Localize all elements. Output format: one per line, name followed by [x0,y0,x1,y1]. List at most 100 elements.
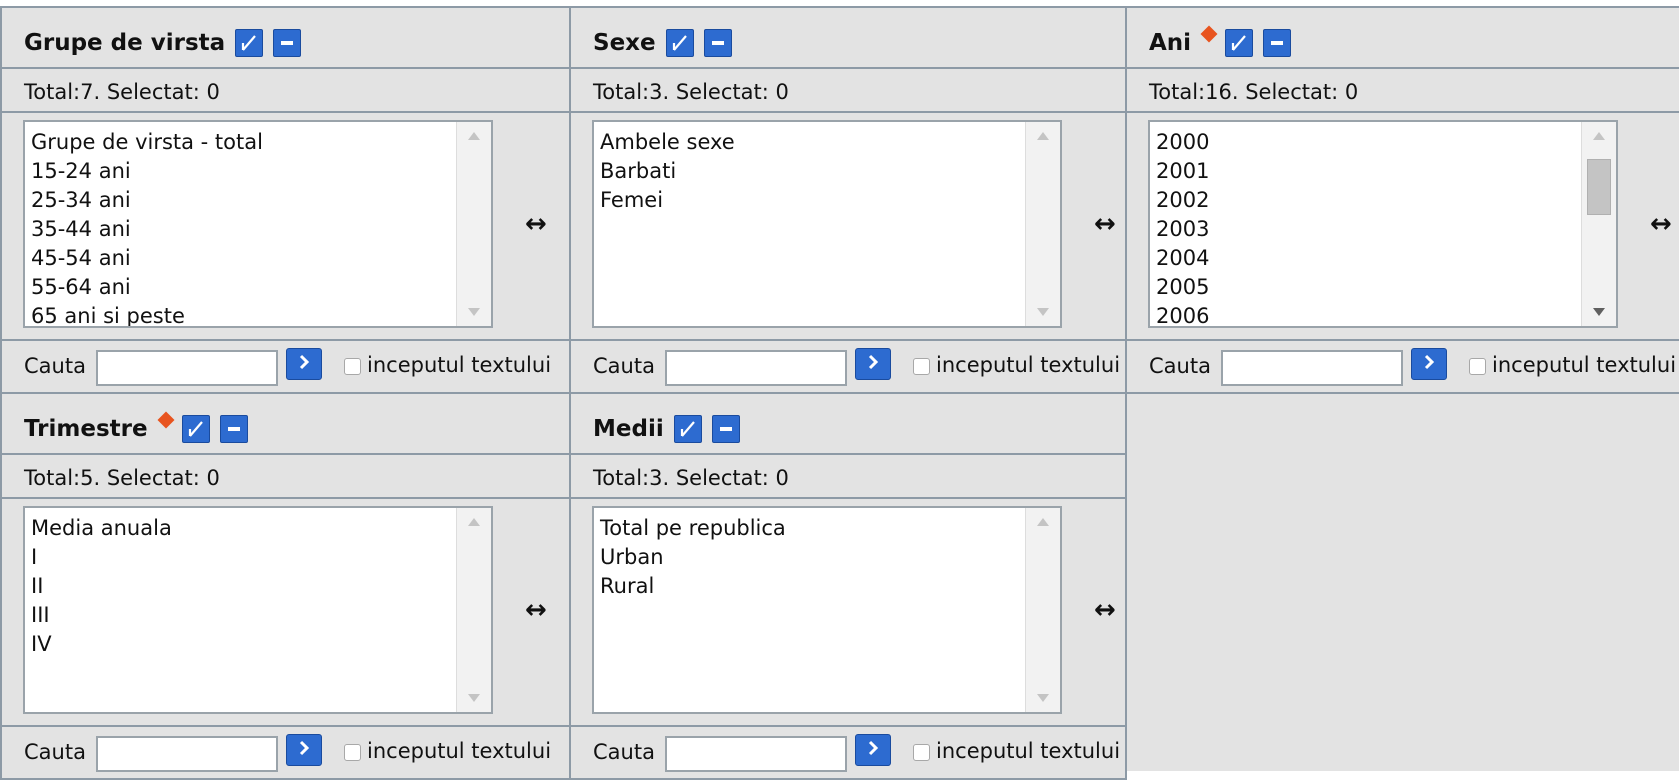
list-item[interactable]: 2002 [1156,186,1576,215]
list-item[interactable]: IV [31,630,451,659]
scrollbar[interactable] [1025,508,1060,712]
scrollbar[interactable] [456,122,491,326]
options-listbox[interactable]: Total pe republica Urban Rural [592,506,1062,714]
search-row: Cauta inceputul textului [1127,341,1679,392]
list-item[interactable]: Rural [600,572,1020,601]
scrollbar[interactable] [1025,122,1060,326]
options-list: Total pe republica Urban Rural [600,514,1020,601]
panel-title: Sexe [593,29,732,57]
top-border [0,0,1679,8]
scroll-up-icon[interactable] [1037,132,1049,140]
select-all-button[interactable] [181,415,210,443]
select-all-button[interactable] [665,29,694,57]
list-item[interactable]: 2001 [1156,157,1576,186]
search-input[interactable] [665,350,847,386]
scroll-up-icon[interactable] [468,518,480,526]
scroll-down-icon[interactable] [1593,308,1605,316]
deselect-all-button[interactable] [711,415,740,443]
search-row: Cauta inceputul textului [571,727,1125,778]
panel-header: Sexe [571,8,1125,69]
scrollbar[interactable] [456,508,491,712]
swap-arrow-icon[interactable]: ↔ [1094,209,1116,239]
list-item[interactable]: 25-34 ani [31,186,451,215]
scroll-up-icon[interactable] [468,132,480,140]
select-all-button[interactable] [1225,29,1254,57]
search-input[interactable] [1221,350,1403,386]
options-list: Grupe de virsta - total 15-24 ani 25-34 an… [31,128,451,326]
swap-arrow-icon[interactable]: ↔ [525,595,547,625]
deselect-all-button[interactable] [703,29,732,57]
select-all-button[interactable] [673,415,702,443]
scroll-up-icon[interactable] [1593,132,1605,140]
options-listbox[interactable]: Grupe de virsta - total 15-24 ani 25-34 an… [23,120,493,328]
scroll-down-icon[interactable] [1037,308,1049,316]
options-listbox[interactable]: Ambele sexe Barbati Femei [592,120,1062,328]
minus-icon [279,35,295,51]
swap-arrow-icon[interactable]: ↔ [1094,595,1116,625]
search-input[interactable] [665,736,847,772]
chevron-right-icon [295,738,313,762]
select-all-button[interactable] [235,29,264,57]
list-item[interactable]: Barbati [600,157,1020,186]
list-item[interactable]: Grupe de virsta - total [31,128,451,157]
list-item[interactable]: Ambele sexe [600,128,1020,157]
search-go-button[interactable] [286,348,322,380]
scroll-down-icon[interactable] [468,308,480,316]
list-item[interactable]: Total pe republica [600,514,1020,543]
begin-text-checkbox[interactable] [344,744,361,761]
scrollbar[interactable] [1581,122,1616,326]
swap-arrow-icon[interactable]: ↔ [1650,209,1672,239]
scroll-up-icon[interactable] [1037,518,1049,526]
list-item[interactable]: 2005 [1156,273,1576,302]
panel-title-text: Medii [593,416,664,442]
begin-text-checkbox[interactable] [1469,358,1486,375]
list-item[interactable]: 2006 [1156,302,1576,326]
begin-text-checkbox[interactable] [344,358,361,375]
begin-text-label: inceputul textului [936,739,1121,763]
deselect-all-button[interactable] [273,29,302,57]
begin-text-checkbox[interactable] [913,744,930,761]
total-selected-text: Total:3. Selectat: 0 [593,466,789,490]
check-icon [678,419,698,439]
swap-arrow-icon[interactable]: ↔ [525,209,547,239]
required-diamond-icon [157,411,175,429]
options-listbox[interactable]: Media anuala I II III IV [23,506,493,714]
list-item[interactable]: Femei [600,186,1020,215]
list-item[interactable]: 15-24 ani [31,157,451,186]
list-item[interactable]: 2003 [1156,215,1576,244]
search-go-button[interactable] [855,348,891,380]
scroll-down-icon[interactable] [468,694,480,702]
list-item[interactable]: Urban [600,543,1020,572]
search-input[interactable] [96,736,278,772]
search-go-button[interactable] [855,734,891,766]
list-item[interactable]: 65 ani si peste [31,302,451,326]
deselect-all-button[interactable] [219,415,248,443]
options-list: Ambele sexe Barbati Femei [600,128,1020,215]
total-selected-text: Total:5. Selectat: 0 [24,466,220,490]
options-list: Media anuala I II III IV [31,514,451,659]
search-label: Cauta [593,354,655,378]
deselect-all-button[interactable] [1263,29,1292,57]
search-input[interactable] [96,350,278,386]
list-item[interactable]: 2004 [1156,244,1576,273]
list-row: Ambele sexe Barbati Femei ↔ [571,113,1125,341]
search-go-button[interactable] [1411,348,1447,380]
list-item[interactable]: II [31,572,451,601]
list-item[interactable]: III [31,601,451,630]
panel-medii: Medii Total:3. Selectat: 0 Total pe repu… [571,394,1127,780]
list-item[interactable]: Media anuala [31,514,451,543]
minus-icon [710,35,726,51]
total-row: Total:16. Selectat: 0 [1127,69,1679,113]
scroll-down-icon[interactable] [1037,694,1049,702]
begin-text-checkbox[interactable] [913,358,930,375]
list-item[interactable]: I [31,543,451,572]
list-item[interactable]: 45-54 ani [31,244,451,273]
total-selected-text: Total:3. Selectat: 0 [593,80,789,104]
list-item[interactable]: 55-64 ani [31,273,451,302]
scroll-thumb[interactable] [1587,159,1611,215]
search-go-button[interactable] [286,734,322,766]
list-item[interactable]: 2000 [1156,128,1576,157]
list-row: Grupe de virsta - total 15-24 ani 25-34 an… [2,113,569,341]
options-listbox[interactable]: 2000 2001 2002 2003 2004 2005 2006 [1148,120,1618,328]
list-item[interactable]: 35-44 ani [31,215,451,244]
